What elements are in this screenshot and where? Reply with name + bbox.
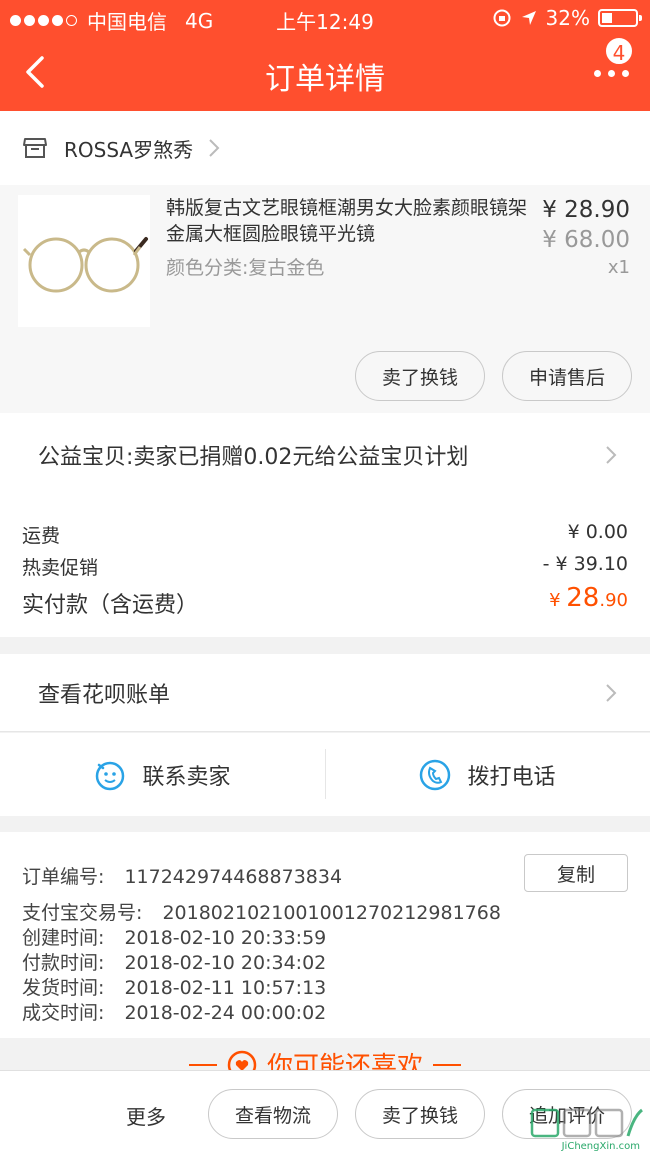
product-price: ¥ 28.90 [542,197,630,223]
status-bar: 中国电信 4G 上午12:49 32% [0,0,650,36]
shipping-label: 运费 [22,525,61,547]
alipay-number-row: 支付宝交易号: 2018021021001001270212981768 [22,898,501,925]
battery-icon [598,9,642,27]
watermark-text: JiChengXin.com [561,1141,640,1152]
huabei-bill-row[interactable]: 查看花呗账单 [0,654,650,732]
alipay-number-value: 2018021021001001270212981768 [162,902,501,924]
shop-row[interactable]: ROSSA罗煞秀 [0,111,650,185]
site-watermark: JiChengXin.com [528,1106,644,1152]
order-number-value[interactable]: 117242974468873834 [124,866,342,888]
order-info: 订单编号: 117242974468873834 复制 支付宝交易号: 2018… [0,832,650,1038]
completed-time-label: 成交时间: [22,1002,105,1024]
status-right: 32% [492,6,642,30]
call-phone-button[interactable]: 拨打电话 [325,733,650,816]
paid-time-label: 付款时间: [22,952,105,974]
product-original-price: ¥ 68.00 [542,227,630,253]
alipay-number-label: 支付宝交易号: [22,902,143,924]
shipped-time-row: 发货时间: 2018-02-11 10:57:13 [22,973,326,1000]
phone-icon [420,759,451,790]
created-time-label: 创建时间: [22,927,105,949]
battery-percent: 32% [545,6,590,30]
total-integer: 28 [566,583,600,613]
view-logistics-button[interactable]: 查看物流 [208,1089,338,1139]
charity-text: 公益宝贝:卖家已捐赠0.02元给公益宝贝计划 [38,445,469,470]
divider [188,1063,217,1066]
contact-seller-button[interactable]: 联系卖家 [0,733,325,816]
completed-time-value: 2018-02-24 00:00:02 [124,1002,327,1024]
location-icon [521,11,536,25]
created-time-value: 2018-02-10 20:33:59 [124,927,327,949]
page-title: 订单详情 [265,62,385,97]
bottom-action-bar: 更多 查看物流 卖了换钱 追加评价 JiChengXin.com [0,1070,650,1156]
promo-value: - ¥ 39.10 [542,553,628,575]
heart-icon [227,1050,257,1072]
recommend-title: 你可能还喜欢 [266,1052,423,1072]
order-number-label: 订单编号: [22,866,105,888]
rotation-lock-icon [493,9,511,27]
contact-seller-label: 联系卖家 [142,764,231,790]
product-quantity: x1 [607,257,630,278]
divider [433,1063,461,1066]
store-icon [23,138,47,158]
chevron-right-icon [606,683,617,702]
recommend-header: 你可能还喜欢 [0,1038,650,1072]
watermark-logo [530,1108,643,1138]
product-title[interactable]: 韩版复古文艺眼镜框潮男女大脸素颜眼镜架金属大框圆脸眼镜平光镜 [166,195,532,247]
promo-label: 热卖促销 [22,557,99,579]
product-sku: 颜色分类:复古金色 [166,257,325,279]
total-value: ¥ 28.90 [549,583,628,613]
total-label: 实付款（含运费） [22,593,199,618]
total-decimal: .90 [599,590,628,611]
chat-face-icon [96,761,125,790]
message-badge: 4 [604,36,634,66]
charity-row[interactable]: 公益宝贝:卖家已捐赠0.02元给公益宝贝计划 [0,413,650,497]
cost-summary: 运费 ¥ 0.00 热卖促销 - ¥ 39.10 实付款（含运费） ¥ 28.9… [0,497,650,637]
shipped-time-label: 发货时间: [22,977,105,999]
paid-time-row: 付款时间: 2018-02-10 20:34:02 [22,948,326,975]
shipped-time-value: 2018-02-11 10:57:13 [124,977,327,999]
top-bar: 中国电信 4G 上午12:49 32% 订单详情 4 [0,0,650,111]
product-item[interactable]: 韩版复古文艺眼镜框潮男女大脸素颜眼镜架金属大框圆脸眼镜平光镜 颜色分类:复古金色… [0,185,650,413]
chevron-right-icon [606,446,617,464]
after-sale-button[interactable]: 申请售后 [502,351,632,401]
more-button[interactable]: 更多 [126,1101,166,1130]
order-number-row: 订单编号: 117242974468873834 [22,862,342,889]
total-currency: ¥ [549,590,561,611]
huabei-text: 查看花呗账单 [38,682,171,708]
shop-name: ROSSA罗煞秀 [64,137,194,162]
paid-time-value: 2018-02-10 20:34:02 [124,952,327,974]
contact-bar: 联系卖家 拨打电话 [0,733,650,816]
call-phone-label: 拨打电话 [467,764,556,790]
sell-button[interactable]: 卖了换钱 [355,351,485,401]
shipping-value: ¥ 0.00 [567,521,628,543]
glasses-image [22,237,148,293]
created-time-row: 创建时间: 2018-02-10 20:33:59 [22,923,326,950]
sell-for-cash-button[interactable]: 卖了换钱 [355,1089,485,1139]
completed-time-row: 成交时间: 2018-02-24 00:00:02 [22,998,326,1025]
copy-button[interactable]: 复制 [524,854,628,892]
product-image[interactable] [18,195,150,327]
chevron-right-icon [209,139,220,157]
